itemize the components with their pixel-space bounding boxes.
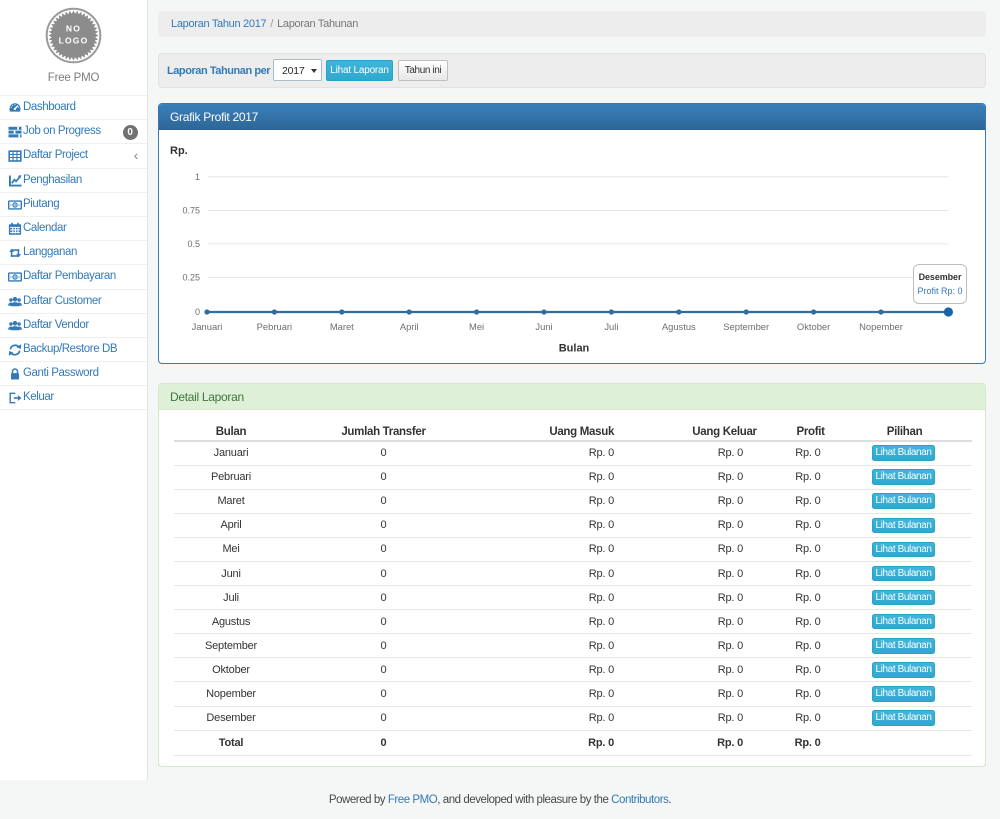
svg-text:Mei: Mei [469,321,484,332]
svg-text:0.5: 0.5 [187,239,200,249]
svg-text:Maret: Maret [330,321,354,332]
svg-text:Oktober: Oktober [797,321,830,332]
svg-text:0: 0 [195,307,200,317]
svg-text:Januari: Januari [192,321,223,332]
svg-text:0.75: 0.75 [182,206,200,216]
svg-text:1: 1 [195,172,200,182]
svg-text:April: April [400,321,419,332]
svg-text:Agustus: Agustus [662,321,696,332]
svg-text:Nopember: Nopember [859,321,903,332]
svg-text:Pebruari: Pebruari [257,321,292,332]
svg-text:September: September [723,321,769,332]
svg-text:Bulan: Bulan [559,343,590,355]
svg-text:Juni: Juni [535,321,552,332]
svg-text:Rp.: Rp. [170,145,188,157]
svg-text:0.25: 0.25 [182,272,200,282]
svg-text:LOGO: LOGO [59,36,89,46]
svg-text:Juli: Juli [604,321,618,332]
svg-text:NO: NO [66,24,81,34]
